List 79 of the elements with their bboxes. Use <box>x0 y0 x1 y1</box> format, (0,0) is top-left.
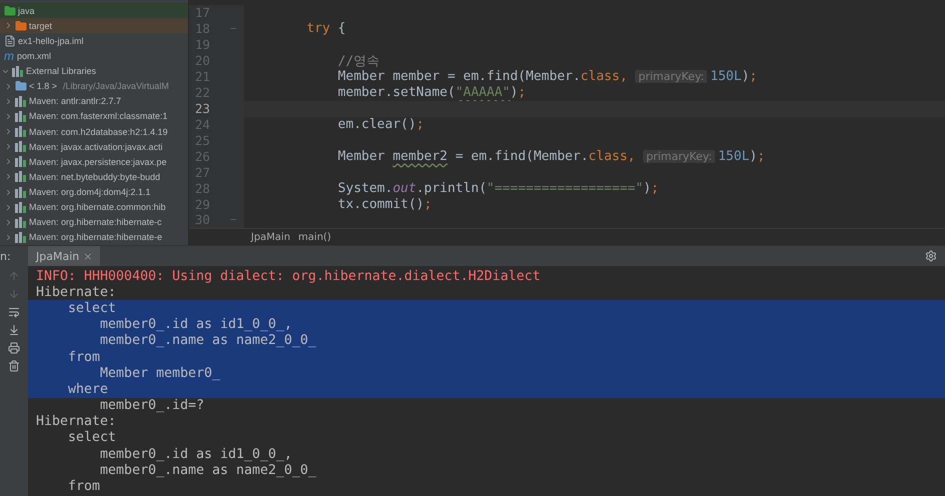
down-arrow-icon[interactable] <box>8 288 20 300</box>
tree-item[interactable]: Maven: antlr:antlr:2.7.7 <box>0 94 188 109</box>
tree-item[interactable]: java <box>0 3 188 18</box>
folder-icon <box>15 80 27 92</box>
tree-item[interactable]: Maven: javax.activation:javax.acti <box>0 139 188 154</box>
console-line: Hibernate: <box>36 414 116 430</box>
collapsed-caret-icon[interactable] <box>4 96 13 106</box>
library-bars-icon <box>15 202 27 213</box>
trash-icon[interactable] <box>8 360 20 372</box>
code-line: Member member2 = em.find(Member.class, primaryKey: 150L); <box>336 148 766 164</box>
collapsed-caret-icon[interactable] <box>4 21 13 30</box>
tree-item[interactable]: Maven: com.fasterxml:classmate:1 <box>0 108 188 124</box>
console-line: member0_.name as name2_0_0_ <box>99 333 316 348</box>
console-line: from <box>67 350 100 365</box>
collapsed-caret-icon[interactable] <box>4 157 13 166</box>
collapsed-caret-icon[interactable] <box>4 112 13 121</box>
tree-item[interactable]: Maven: net.bytebuddy:byte-budd <box>0 169 188 184</box>
folder-icon <box>4 4 16 17</box>
console-error-line: INFO: HHH000400: Using dialect: org.hibernate.dialect.H2Dialect <box>36 268 540 284</box>
file-icon <box>4 34 16 47</box>
breadcrumb[interactable]: main() <box>298 232 332 242</box>
collapsed-caret-icon[interactable] <box>4 127 13 136</box>
tree-item[interactable]: External Libraries <box>0 64 188 79</box>
code-line: System.out.println("=================="); <box>336 180 659 196</box>
tree-item[interactable]: < 1.8 > /Library/Java/JavaVirtualM <box>0 78 188 94</box>
tree-item[interactable]: Maven: org.hibernate.common:hib <box>0 200 188 215</box>
code-line: Member member = em.find(Member.class, primaryKey: 150L); <box>336 69 758 84</box>
tree-item[interactable]: m pom.xml <box>0 48 188 64</box>
library-bars-icon <box>15 171 27 182</box>
library-bars-icon <box>15 186 27 198</box>
breadcrumb[interactable]: JpaMain <box>251 232 290 242</box>
run-tab[interactable]: JpaMain × <box>28 246 100 266</box>
collapsed-caret-icon[interactable] <box>4 142 13 152</box>
line-number: 23 <box>195 100 210 116</box>
tree-item-path: /Library/Java/JavaVirtualM <box>63 81 169 92</box>
tree-item[interactable]: Maven: org.hibernate:hibernate-c <box>0 214 188 230</box>
folder-icon <box>15 20 27 32</box>
collapsed-caret-icon[interactable] <box>4 172 13 182</box>
console-line: select <box>67 430 116 446</box>
tree-item[interactable]: Maven: com.h2database:h2:1.4.19 <box>0 124 188 140</box>
library-bars-icon <box>15 156 27 168</box>
run-label: n: <box>0 250 12 262</box>
library-bars-icon <box>15 110 27 122</box>
print-icon[interactable] <box>8 342 20 354</box>
maven-file-icon: m <box>4 50 15 62</box>
library-bars-icon <box>12 66 24 77</box>
tree-item[interactable]: ex1-hello-jpa.iml <box>0 33 188 48</box>
console-line: where <box>67 382 108 397</box>
console-line: Hibernate: <box>36 284 116 300</box>
code-line: //영속 <box>336 52 380 70</box>
tree-item[interactable]: Maven: org.hibernate:hibernate-e <box>0 230 188 245</box>
console-line: select <box>67 300 116 316</box>
code-line: try { <box>306 21 346 36</box>
tree-item[interactable]: target <box>0 18 188 34</box>
collapsed-caret-icon[interactable] <box>4 202 13 212</box>
library-bars-icon <box>15 232 27 243</box>
code-line: member.setName("AAAAA"); <box>336 85 526 100</box>
soft-wrap-icon[interactable] <box>8 306 20 318</box>
console-line: member0_.name as name2_0_0_ <box>100 462 316 478</box>
library-bars-icon <box>15 141 27 152</box>
console-line: from <box>67 479 100 494</box>
collapsed-caret-icon[interactable] <box>4 188 13 197</box>
scroll-to-end-icon[interactable] <box>8 324 20 336</box>
settings-icon[interactable] <box>925 250 937 262</box>
collapsed-caret-icon[interactable] <box>4 232 13 242</box>
collapsed-caret-icon[interactable] <box>4 218 13 227</box>
collapsed-caret-icon[interactable] <box>4 82 13 91</box>
console-line: member0_.id=? <box>99 398 204 414</box>
console-line: member0_.id as id1_0_0_, <box>99 446 292 462</box>
tree-item[interactable]: Maven: javax.persistence:javax.pe <box>0 154 188 170</box>
console-line: member0_.id as id1_0_0_, <box>99 317 292 332</box>
library-bars-icon <box>15 216 27 228</box>
code-line: tx.commit(); <box>336 196 432 212</box>
console-line: Member member0_ <box>99 366 220 381</box>
library-bars-icon <box>15 96 27 107</box>
up-arrow-icon[interactable] <box>8 270 20 282</box>
tree-item[interactable]: Maven: org.dom4j:dom4j:2.1.1 <box>0 184 188 200</box>
library-bars-icon <box>15 126 27 138</box>
code-line: em.clear(); <box>336 117 424 132</box>
